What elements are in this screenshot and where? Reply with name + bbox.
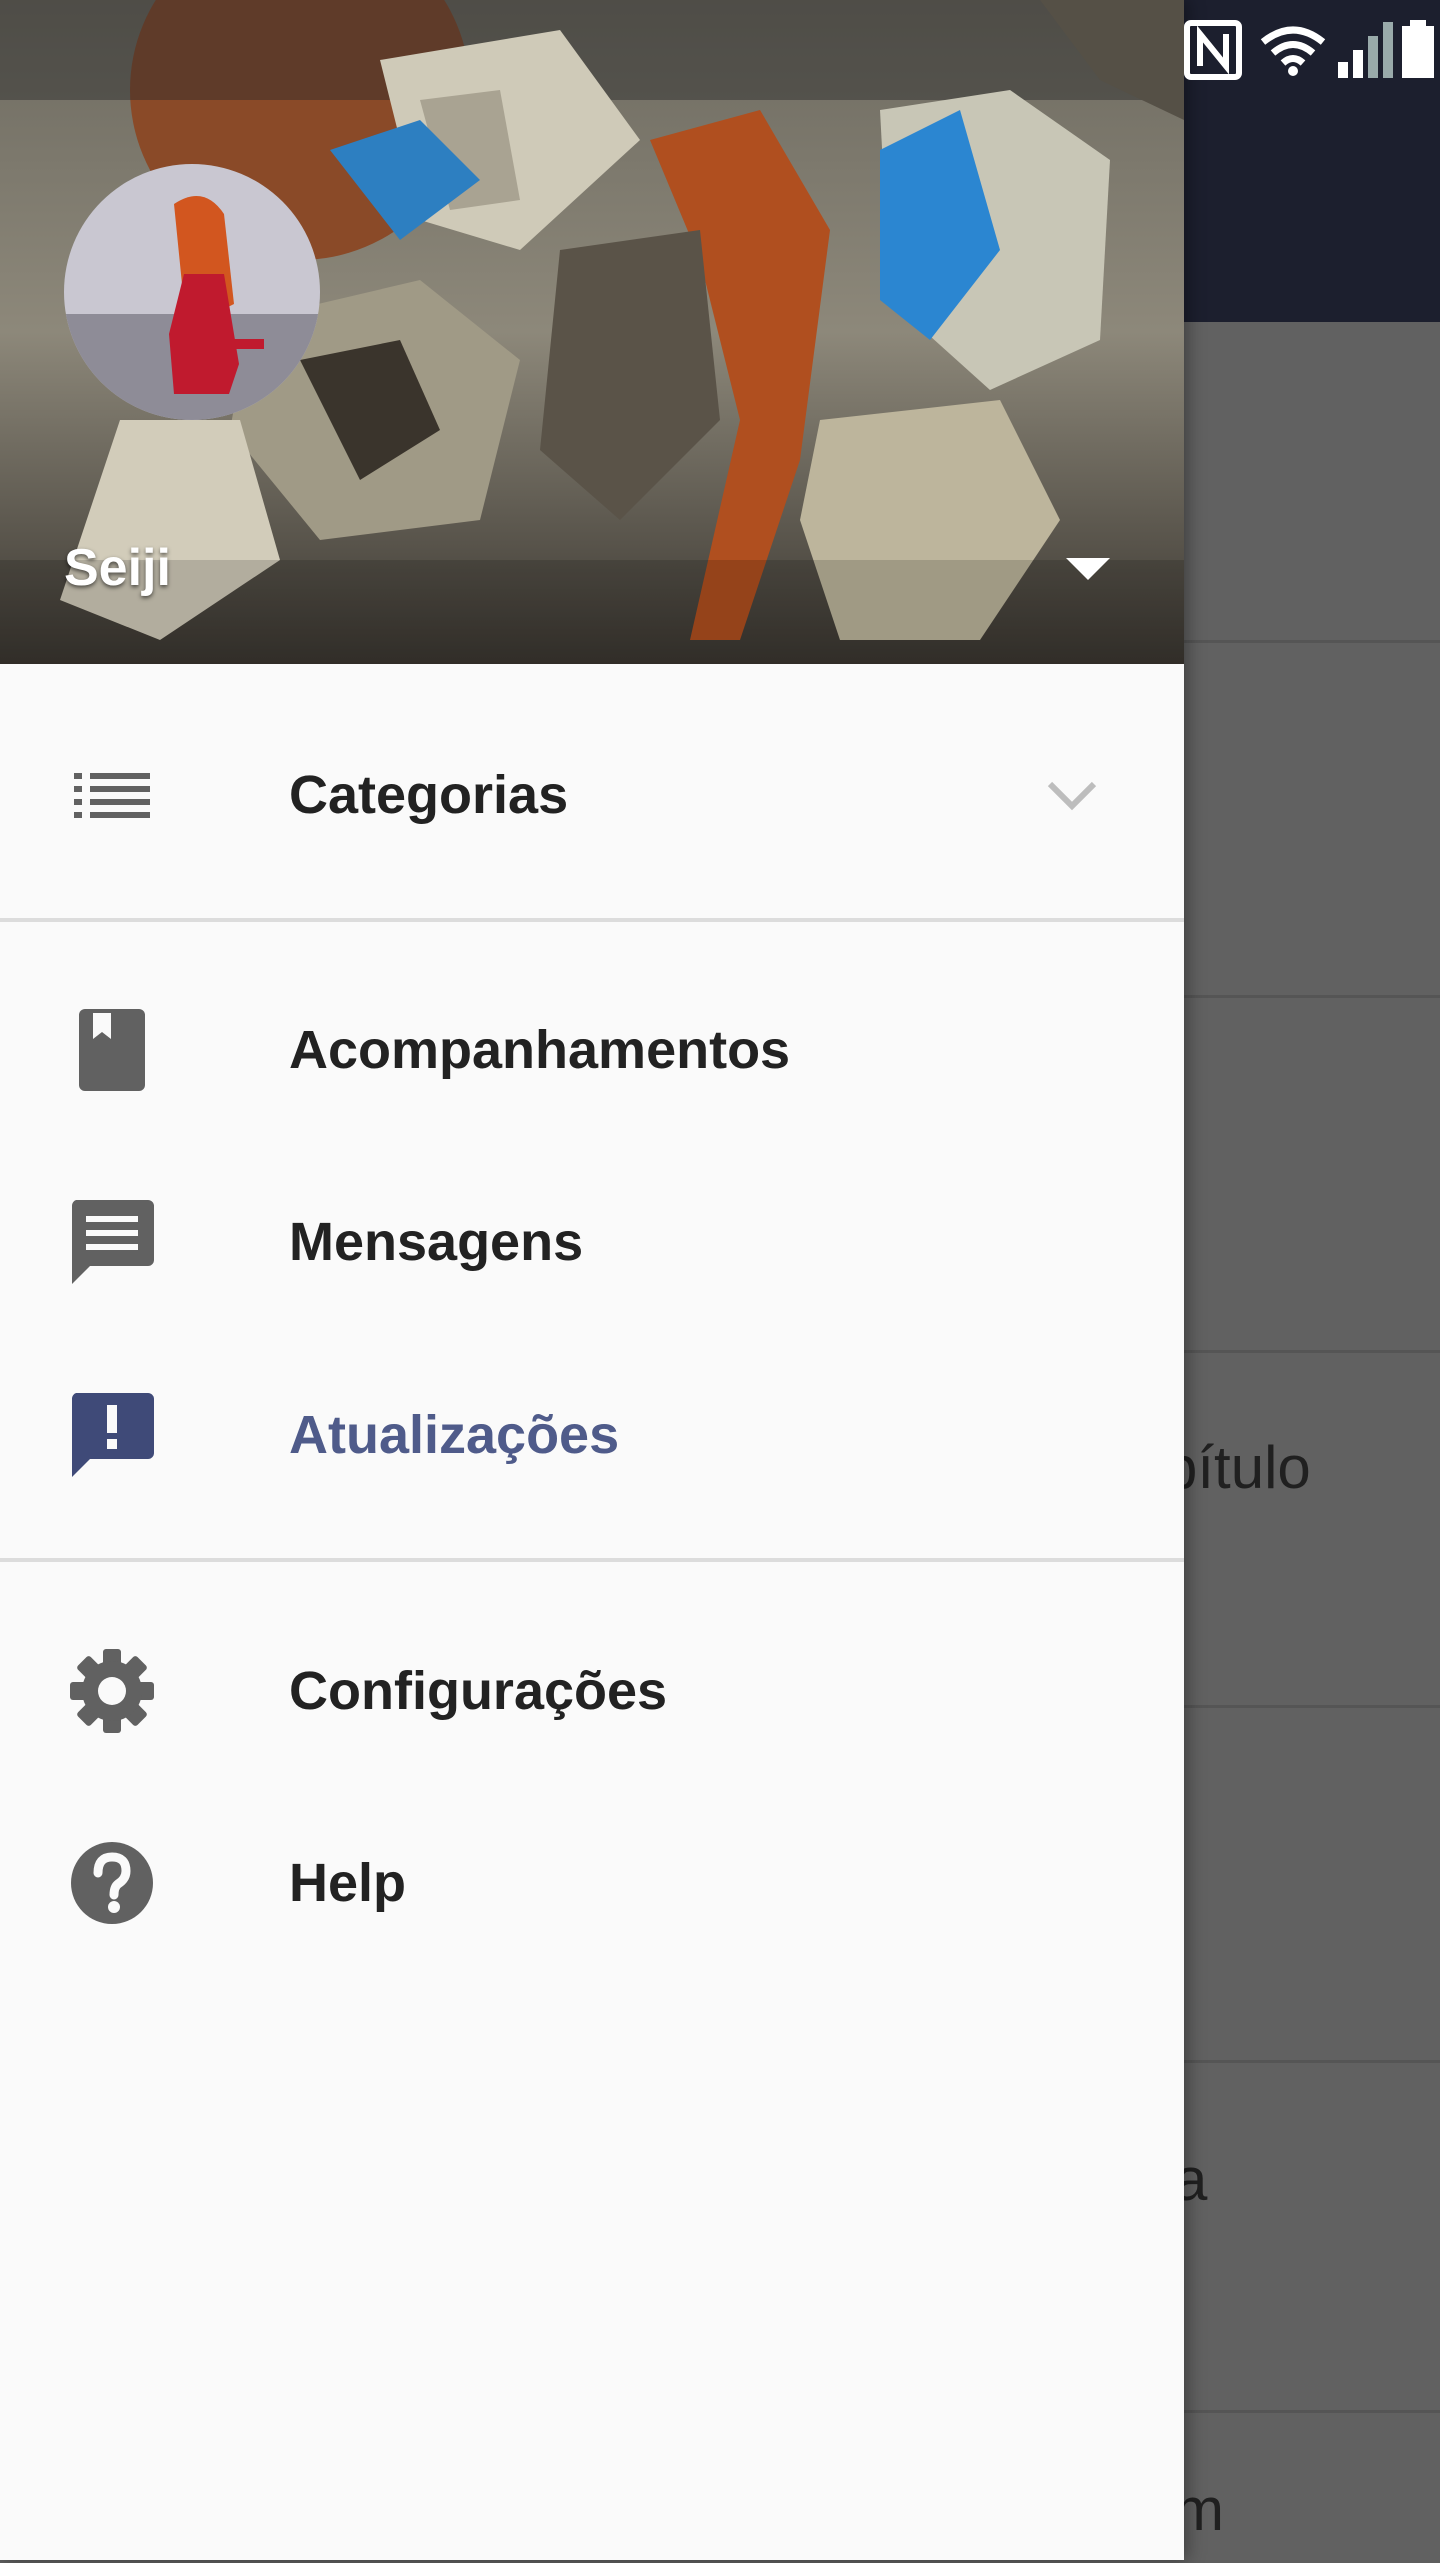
avatar[interactable] (64, 164, 320, 420)
list-item[interactable] (1184, 640, 1440, 993)
account-name: Seiji (64, 539, 171, 597)
menu-item-settings[interactable]: Configurações (0, 1596, 1184, 1786)
menu-item-following[interactable]: Acompanhamentos (0, 955, 1184, 1145)
divider (0, 918, 1184, 922)
menu-item-messages[interactable]: Mensagens (0, 1147, 1184, 1337)
menu-item-label: Mensagens (289, 1212, 584, 1272)
menu-item-label: Atualizações (289, 1405, 620, 1465)
list-item-title: bítulo (1164, 1434, 1311, 1501)
list-item[interactable]: bítulo (1164, 1350, 1440, 1703)
signal-icon (1338, 22, 1393, 78)
navigation-drawer: Seiji Categorias Acompanhamentos Mensage… (0, 0, 1184, 2560)
menu-item-label: Help (289, 1853, 407, 1913)
nfc-icon (1184, 20, 1242, 80)
message-icon (64, 1194, 160, 1290)
wifi-icon (1260, 26, 1326, 76)
menu-item-label: Configurações (289, 1661, 668, 1721)
list-icon (64, 747, 160, 843)
status-bar (1140, 0, 1440, 100)
account-dropdown-icon[interactable] (1058, 548, 1118, 588)
drawer-header: Seiji (0, 0, 1184, 664)
bookmark-icon (64, 1002, 160, 1098)
list-item[interactable] (1184, 1705, 1440, 2058)
list-item[interactable]: m (1174, 2410, 1440, 2563)
list-item[interactable] (1184, 995, 1440, 1348)
menu-item-label: Categorias (289, 765, 569, 825)
chevron-down-icon[interactable] (1046, 778, 1098, 812)
avatar-image (64, 164, 320, 420)
menu-item-label: Acompanhamentos (289, 1020, 791, 1080)
menu-item-categories[interactable]: Categorias (0, 700, 1184, 890)
menu-item-updates[interactable]: Atualizações (0, 1340, 1184, 1530)
gear-icon (64, 1643, 160, 1739)
announcement-icon (64, 1387, 160, 1483)
battery-icon (1402, 20, 1434, 78)
list-item[interactable]: a (1174, 2060, 1440, 2413)
help-icon (64, 1835, 160, 1931)
divider (0, 1558, 1184, 1562)
menu-item-help[interactable]: Help (0, 1788, 1184, 1978)
